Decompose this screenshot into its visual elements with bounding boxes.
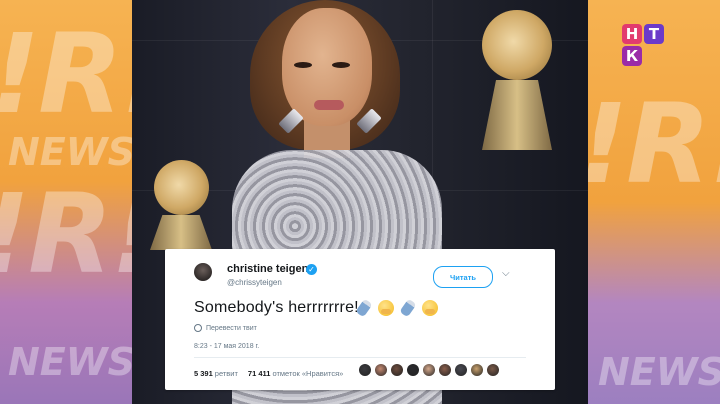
ntk-channel-logo: Н Т К <box>622 24 666 66</box>
liker-avatar[interactable] <box>423 364 435 376</box>
grammy-trophy-left <box>154 160 209 215</box>
baby-bottle-icon <box>399 298 417 318</box>
liker-avatar[interactable] <box>455 364 467 376</box>
baby-bottle-icon <box>355 298 373 318</box>
liker-avatar[interactable] <box>471 364 483 376</box>
liker-avatar[interactable] <box>391 364 403 376</box>
chevron-down-icon[interactable]: ⌵ <box>502 268 510 279</box>
tweet-timestamp[interactable]: 8:23 - 17 мая 2018 г. <box>194 343 259 350</box>
liker-avatar[interactable] <box>407 364 419 376</box>
tweet-text: Somebody's herrrrrrre! <box>194 299 359 316</box>
liker-avatars <box>359 364 499 376</box>
logo-letter: К <box>622 46 642 66</box>
divider <box>194 357 526 358</box>
liker-avatar[interactable] <box>375 364 387 376</box>
grammy-trophy-right <box>482 10 552 80</box>
tweet-handle[interactable]: @chrissyteigen <box>227 278 282 287</box>
hugging-face-icon <box>421 299 439 317</box>
right-watermark-big: !R! <box>588 80 720 208</box>
globe-icon <box>194 324 202 332</box>
left-watermark-news-1: NEWS <box>8 130 132 174</box>
liker-avatar[interactable] <box>487 364 499 376</box>
liker-avatar[interactable] <box>439 364 451 376</box>
tweet-stats: 5 391 ретвит 71 411 отметок «Нравится» <box>194 369 343 378</box>
retweets-stat[interactable]: 5 391 ретвит <box>194 369 238 378</box>
liker-avatar[interactable] <box>359 364 371 376</box>
right-watermark-news: NEWS <box>598 350 720 394</box>
logo-letter: Н <box>622 24 642 44</box>
left-watermark-big: !R! <box>0 10 132 138</box>
avatar[interactable] <box>194 263 212 281</box>
tweet-emoji-row <box>355 298 439 318</box>
left-watermark-news-2: NEWS <box>8 340 132 384</box>
tweet-display-name[interactable]: christine teigen <box>227 263 308 275</box>
hugging-face-icon <box>377 299 395 317</box>
likes-stat[interactable]: 71 411 отметок «Нравится» <box>248 369 343 378</box>
logo-letter: Т <box>644 24 664 44</box>
translate-tweet-link[interactable]: Перевести твит <box>194 324 257 332</box>
verified-badge-icon: ✓ <box>306 264 317 275</box>
tweet-card: christine teigen ✓ @chrissyteigen Читать… <box>165 249 555 390</box>
left-watermark-big-2: !R! <box>0 170 132 298</box>
left-background-panel: !R! NEWS !R! NEWS <box>0 0 132 404</box>
follow-button[interactable]: Читать <box>433 266 493 288</box>
